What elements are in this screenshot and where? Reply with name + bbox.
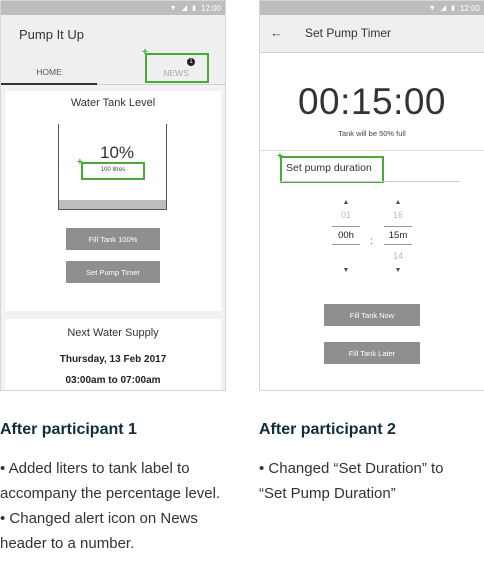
tank-fill-level xyxy=(59,200,166,209)
hours-above: 01 xyxy=(340,210,351,220)
battery-icon: ▮ xyxy=(192,5,196,12)
hours-value[interactable]: 00h xyxy=(332,226,360,245)
supply-date: Thursday, 13 Feb 2017 xyxy=(59,354,167,365)
app-bar: ← Set Pump Timer xyxy=(260,15,484,53)
fill-tank-now-button[interactable]: Fill Tank Now xyxy=(324,304,420,326)
water-tank-card: Water Tank Level 10% + 100 litres Fill T… xyxy=(5,91,221,311)
down-arrow-icon[interactable]: ▼ xyxy=(384,267,412,274)
caption-title-participant-1: After participant 1 xyxy=(0,421,137,438)
status-bar: ▼ ◢ ▮ 12:00 xyxy=(1,1,225,15)
minutes-value[interactable]: 15m xyxy=(384,226,412,245)
caption-notes-participant-1: • Added liters to tank label to accompan… xyxy=(0,456,225,556)
pump-timer-screen-mockup: ▼ ◢ ▮ 12:00 ← Set Pump Timer 00:15:00 Ta… xyxy=(259,0,484,391)
hours-picker[interactable]: ▲ 01 00h ▼ xyxy=(332,199,360,274)
duration-underline xyxy=(280,181,460,182)
status-time: 12:00 xyxy=(459,3,480,13)
tank-percent: 10% xyxy=(99,143,135,162)
wifi-icon: ▼ xyxy=(169,4,177,12)
back-arrow-icon[interactable]: ← xyxy=(270,25,283,40)
up-arrow-icon[interactable]: ▲ xyxy=(332,199,360,206)
caption-note: • Changed “Set Duration” to “Set Pump Du… xyxy=(259,460,444,502)
set-pump-timer-button[interactable]: Set Pump Timer xyxy=(66,261,160,283)
supply-title: Next Water Supply xyxy=(67,327,159,339)
status-time: 12:00 xyxy=(200,3,221,13)
annotation-highlight-news xyxy=(145,53,209,83)
next-supply-card: Next Water Supply Thursday, 13 Feb 2017 … xyxy=(5,319,221,390)
picker-separator: : xyxy=(370,236,373,247)
annotation-plus-icon: + xyxy=(142,47,148,58)
down-arrow-icon[interactable]: ▼ xyxy=(332,267,360,274)
minutes-below: 14 xyxy=(392,251,403,261)
supply-time: 03:00am to 07:00am xyxy=(65,375,161,386)
fill-tank-later-button[interactable]: Fill Tank Later xyxy=(324,342,420,364)
screen-title: Set Pump Timer xyxy=(305,26,392,40)
minutes-picker[interactable]: ▲ 16 15m 14 ▼ xyxy=(384,199,412,274)
tank-card-title: Water Tank Level xyxy=(70,97,156,109)
tank-fill-note: Tank will be 50% full xyxy=(338,129,406,138)
annotation-plus-icon: + xyxy=(277,151,283,162)
up-arrow-icon[interactable]: ▲ xyxy=(384,199,412,206)
timer-display: 00:15:00 xyxy=(297,81,447,122)
app-title: Pump It Up xyxy=(19,27,85,42)
duration-label: Set pump duration xyxy=(286,162,372,174)
signal-icon: ◢ xyxy=(181,5,188,12)
caption-title-participant-2: After participant 2 xyxy=(259,421,396,438)
battery-icon: ▮ xyxy=(451,5,455,12)
caption-note: • Changed alert icon on News header to a… xyxy=(0,510,198,552)
tank-litres: 100 litres xyxy=(100,167,126,173)
status-bar: ▼ ◢ ▮ 12:00 xyxy=(260,1,484,15)
caption-note: • Added liters to tank label to accompan… xyxy=(0,460,221,502)
timer-body: 00:15:00 Tank will be 50% full + Set pum… xyxy=(260,53,484,390)
minutes-above: 16 xyxy=(392,210,403,220)
tab-home[interactable]: HOME xyxy=(1,61,97,85)
fill-tank-100-button[interactable]: Fill Tank 100% xyxy=(66,228,160,250)
news-badge: 1 xyxy=(187,58,195,66)
divider xyxy=(260,150,484,151)
wifi-icon: ▼ xyxy=(428,4,436,12)
home-screen-mockup: ▼ ◢ ▮ 12:00 Pump It Up HOME NEWS + 1 Wat… xyxy=(0,0,226,391)
hours-below xyxy=(332,251,360,263)
caption-notes-participant-2: • Changed “Set Duration” to “Set Pump Du… xyxy=(259,456,469,506)
signal-icon: ◢ xyxy=(440,5,447,12)
